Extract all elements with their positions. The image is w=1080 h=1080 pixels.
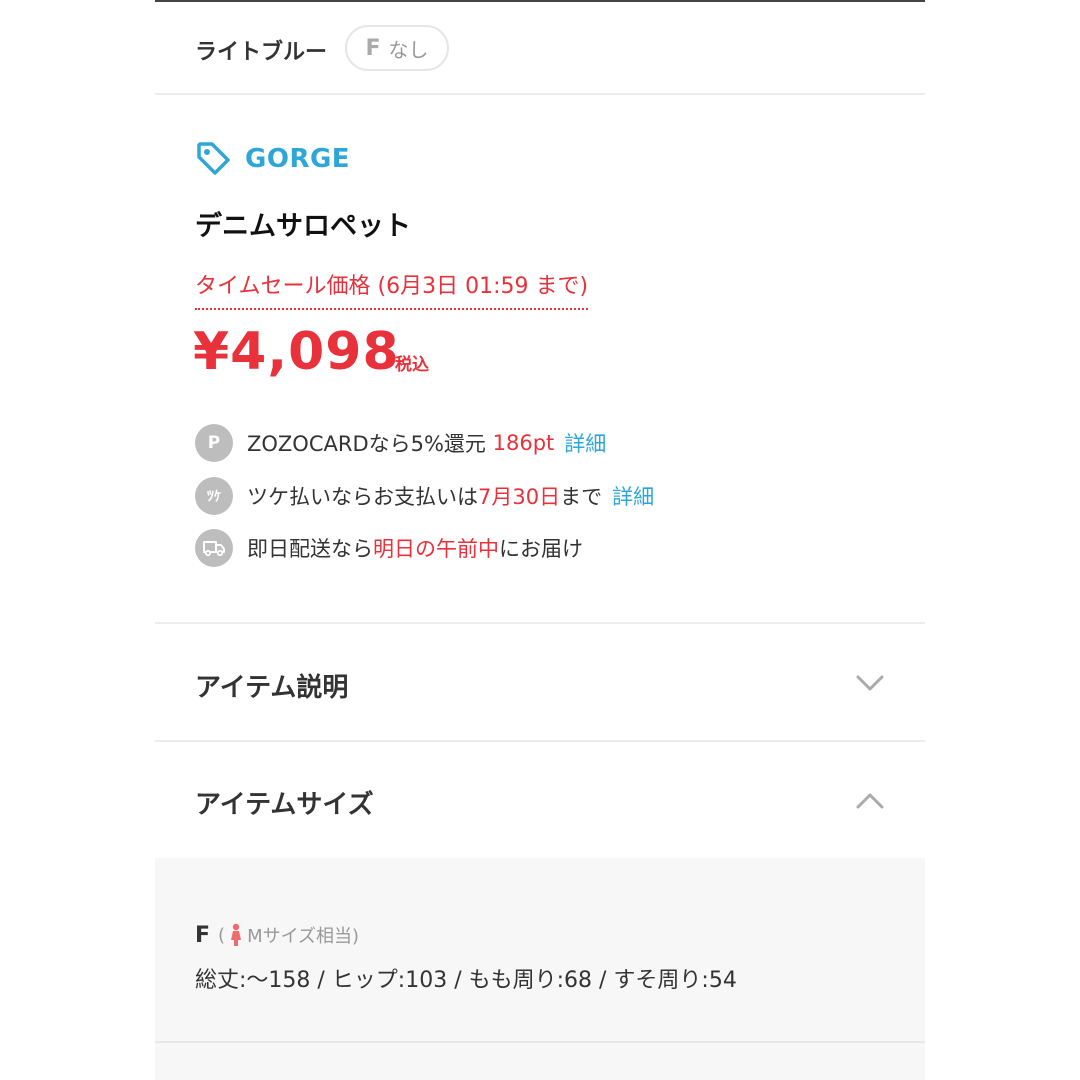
time-sale-label: タイムセール価格 (6月3日 01:59 まで) (195, 268, 589, 310)
tsuke-payment-icon: ﾂｹ (195, 477, 233, 515)
divider (155, 740, 925, 742)
note-paren: ( (218, 924, 226, 946)
accordion-title: アイテム説明 (195, 673, 349, 703)
size-stock-pill[interactable]: F なし (345, 25, 449, 71)
perk-highlight: 186pt (492, 431, 555, 455)
divider (155, 622, 925, 624)
female-icon (231, 923, 242, 946)
perk-zozocard: P ZOZOCARDなら5%還元 186pt 詳細 (195, 424, 606, 462)
perk-highlight: 明日の午前中 (373, 537, 499, 561)
size-panel: F ( Mサイズ相当) 総丈:〜158 / ヒップ:103 / もも周り:68 … (155, 858, 925, 1080)
stock-status: なし (388, 37, 429, 62)
points-icon: P (195, 424, 233, 462)
brand-name: GORGE (245, 144, 351, 174)
product-detail-column: ライトブルー F なし GORGE デニムサロペット タイムセール価格 (6月3… (155, 0, 925, 1080)
perk-text: ツケ払いならお支払いは (247, 485, 478, 509)
perk-tsuke: ﾂｹ ツケ払いならお支払いは 7月30日 まで 詳細 (195, 477, 654, 515)
size-header: F ( Mサイズ相当) (195, 922, 359, 948)
perk-detail-link[interactable]: 詳細 (564, 428, 606, 458)
perk-text: 即日配送なら (247, 537, 373, 561)
size-equivalent-note: ( Mサイズ相当) (218, 922, 359, 948)
size-label: F (365, 35, 381, 61)
perk-highlight: 7月30日 (478, 485, 561, 509)
chevron-down-icon (856, 675, 884, 691)
perk-text-post: まで (560, 485, 603, 509)
perk-delivery: 即日配送なら 明日の午前中 にお届け (195, 529, 583, 567)
divider (155, 1041, 925, 1043)
brand-link[interactable]: GORGE (195, 140, 350, 178)
color-stock-row: ライトブルー F なし (155, 0, 925, 95)
perk-text-post: にお届け (499, 537, 583, 561)
size-name: F (195, 922, 211, 948)
delivery-truck-icon (195, 529, 233, 567)
chevron-up-icon (856, 793, 884, 809)
price-amount: ¥4,098 (193, 322, 400, 382)
note-text: Mサイズ相当) (247, 926, 360, 947)
perk-text: ZOZOCARDなら5%還元 (247, 432, 486, 456)
perk-detail-link[interactable]: 詳細 (612, 481, 654, 511)
tax-label: 税込 (395, 355, 429, 375)
size-dimensions: 総丈:〜158 / ヒップ:103 / もも周り:68 / すそ周り:54 (195, 968, 737, 993)
accordion-title: アイテムサイズ (195, 790, 374, 820)
tag-icon (197, 142, 230, 175)
color-name: ライトブルー (195, 40, 328, 65)
item-name: デニムサロペット (195, 211, 411, 242)
